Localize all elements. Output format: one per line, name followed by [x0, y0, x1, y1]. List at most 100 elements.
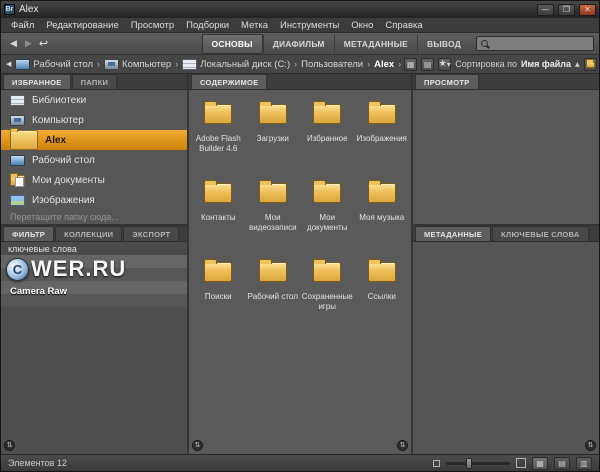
- desktop-icon: [15, 59, 30, 70]
- sort-value[interactable]: Имя файла: [521, 59, 571, 69]
- favorites-item-libraries[interactable]: Библиотеки: [1, 90, 187, 110]
- workspace-tab-metadata[interactable]: МЕТАДАННЫЕ: [334, 35, 417, 53]
- minimize-button[interactable]: —: [537, 4, 554, 16]
- documents-icon: [10, 175, 25, 186]
- folder-icon: [204, 262, 232, 282]
- workspace-tab-filmstrip[interactable]: ДИАФИЛЬМ: [263, 35, 334, 53]
- tab-preview[interactable]: ПРОСМОТР: [415, 74, 479, 89]
- slider-handle[interactable]: [466, 458, 472, 469]
- favorites-item-documents[interactable]: Мои документы: [1, 170, 187, 190]
- tab-collections[interactable]: КОЛЛЕКЦИИ: [55, 226, 122, 241]
- workspace-tab-output[interactable]: ВЫВОД: [417, 35, 470, 53]
- tab-filter[interactable]: ФИЛЬТР: [3, 226, 54, 241]
- view-list-button[interactable]: ▥: [576, 457, 592, 470]
- workspace-tab-essentials[interactable]: ОСНОВЫ: [202, 34, 263, 54]
- view-thumbnails-button[interactable]: ▦: [532, 457, 548, 470]
- small-thumbnail-icon[interactable]: [433, 460, 440, 467]
- sort-label[interactable]: Сортировка по: [455, 59, 517, 69]
- breadcrumb-separator: ›: [367, 59, 370, 69]
- tab-keywords[interactable]: КЛЮЧЕВЫЕ СЛОВА: [492, 226, 589, 241]
- folder-item[interactable]: Ссылки: [355, 256, 409, 329]
- view-details-button[interactable]: ▤: [554, 457, 570, 470]
- panel-scroll-button[interactable]: ⇅: [4, 440, 15, 451]
- desktop-icon: [10, 155, 25, 166]
- app-window: Br Alex — ❐ ✕ Файл Редактирование Просмо…: [0, 0, 600, 472]
- statusbar: Элементов 12 ▦ ▤ ▥: [1, 454, 599, 471]
- panel-scroll-button[interactable]: ⇅: [397, 440, 408, 451]
- breadcrumb-computer[interactable]: Компьютер: [103, 59, 172, 70]
- pathbar-controls: ▦ ▤ ★▾ Сортировка по Имя файла ▲ ↺ ↻: [404, 58, 600, 71]
- tab-export[interactable]: ЭКСПОРТ: [123, 226, 179, 241]
- folder-item[interactable]: Рабочий стол: [246, 256, 300, 329]
- filter-panel: ФИЛЬТР КОЛЛЕКЦИИ ЭКСПОРТ ключевые слова …: [1, 226, 187, 454]
- folder-item[interactable]: Моя музыка: [355, 177, 409, 250]
- toolbar: ◀ ▶ ↩ ОСНОВЫ ДИАФИЛЬМ МЕТАДАННЫЕ ВЫВОД: [1, 33, 599, 55]
- thumbnail-size-slider[interactable]: [446, 462, 510, 465]
- menubar: Файл Редактирование Просмотр Подборки Ме…: [1, 18, 599, 33]
- tab-favorites[interactable]: ИЗБРАННОЕ: [3, 74, 71, 89]
- tab-metadata[interactable]: МЕТАДАННЫЕ: [415, 226, 491, 241]
- folder-item[interactable]: Контакты: [191, 177, 245, 250]
- breadcrumb-desktop[interactable]: Рабочий стол: [14, 59, 94, 70]
- menu-view[interactable]: Просмотр: [125, 20, 180, 31]
- tab-content[interactable]: СОДЕРЖИМОЕ: [191, 74, 267, 89]
- favorites-item-computer[interactable]: Компьютер: [1, 110, 187, 130]
- search-icon: [481, 40, 488, 47]
- favorites-item-desktop[interactable]: Рабочий стол: [1, 150, 187, 170]
- folder-icon: [10, 130, 38, 150]
- favorite-star-icon[interactable]: ★▾: [438, 58, 451, 71]
- menu-label[interactable]: Метка: [235, 20, 274, 31]
- folder-item[interactable]: Сохраненные игры: [300, 256, 354, 329]
- titlebar: Br Alex — ❐ ✕: [1, 1, 599, 18]
- breadcrumb-users[interactable]: Пользователи: [300, 59, 364, 70]
- left-column: ИЗБРАННОЕ ПАПКИ Библиотеки Компьютер Ale…: [1, 74, 187, 454]
- panel-scroll-button[interactable]: ⇅: [192, 440, 203, 451]
- preview-tabbar: ПРОСМОТР: [413, 74, 599, 90]
- menu-stacks[interactable]: Подборки: [180, 20, 235, 31]
- folder-icon: [204, 183, 232, 203]
- breadcrumb-alex[interactable]: Alex: [373, 59, 395, 70]
- breadcrumb-separator: ›: [175, 59, 178, 69]
- folder-item[interactable]: Загрузки: [246, 98, 300, 171]
- search-input[interactable]: [491, 39, 593, 49]
- folder-icon: [204, 104, 232, 124]
- folder-item[interactable]: Мои видеозаписи: [246, 177, 300, 250]
- large-thumbnail-icon[interactable]: [516, 458, 526, 468]
- folder-item[interactable]: Избранное: [300, 98, 354, 171]
- folder-item[interactable]: Изображения: [355, 98, 409, 171]
- drop-folder-hint: Перетащите папку сюда...: [1, 210, 187, 224]
- back-icon[interactable]: ◀: [6, 36, 21, 52]
- folder-item[interactable]: Adobe Flash Builder 4.6: [191, 98, 245, 171]
- filter-body: ключевые слова C WER.RU Camera Raw ⇅: [1, 242, 187, 454]
- right-column: ПРОСМОТР МЕТАДАННЫЕ КЛЮЧЕВЫЕ СЛОВА ⇅: [413, 74, 599, 454]
- pathbar: ◀ Рабочий стол › Компьютер › Локальный д…: [1, 55, 599, 74]
- favorites-item-alex[interactable]: Alex: [1, 130, 187, 150]
- menu-file[interactable]: Файл: [5, 20, 40, 31]
- view-list-icon[interactable]: ▤: [421, 58, 434, 71]
- preview-panel: ПРОСМОТР: [413, 74, 599, 224]
- main-area: ИЗБРАННОЕ ПАПКИ Библиотеки Компьютер Ale…: [1, 74, 599, 454]
- filter-row-keywords[interactable]: ключевые слова: [1, 242, 187, 255]
- items-count: Элементов 12: [8, 458, 427, 468]
- menu-window[interactable]: Окно: [345, 20, 379, 31]
- new-folder-icon[interactable]: [584, 58, 597, 71]
- maximize-button[interactable]: ❐: [558, 4, 575, 16]
- menu-edit[interactable]: Редактирование: [40, 20, 124, 31]
- sort-direction-icon[interactable]: ▲: [575, 61, 580, 68]
- breadcrumb-disk-c[interactable]: Локальный диск (C:): [181, 59, 291, 70]
- folder-icon: [313, 262, 341, 282]
- folder-icon: [259, 104, 287, 124]
- favorites-item-pictures[interactable]: Изображения: [1, 190, 187, 210]
- disk-icon: [182, 59, 197, 70]
- folder-item[interactable]: Мои документы: [300, 177, 354, 250]
- menu-tools[interactable]: Инструменты: [274, 20, 345, 31]
- tab-folders[interactable]: ПАПКИ: [72, 74, 118, 89]
- menu-help[interactable]: Справка: [379, 20, 428, 31]
- forward-icon[interactable]: ▶: [21, 36, 36, 52]
- view-grid-icon[interactable]: ▦: [404, 58, 417, 71]
- path-back-icon[interactable]: ◀: [6, 56, 11, 72]
- folder-item[interactable]: Поиски: [191, 256, 245, 329]
- panel-scroll-button[interactable]: ⇅: [585, 440, 596, 451]
- boomerang-icon[interactable]: ↩: [36, 36, 51, 52]
- close-button[interactable]: ✕: [579, 4, 596, 16]
